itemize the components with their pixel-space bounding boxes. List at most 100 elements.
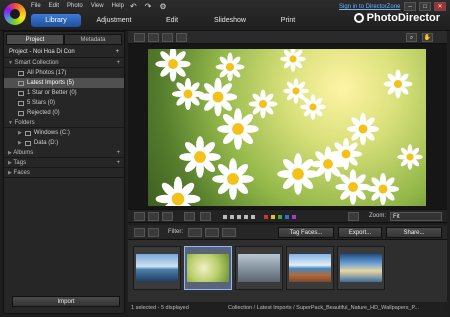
- smart-item-all-photos[interactable]: All Photos (17): [4, 68, 124, 78]
- menu-edit[interactable]: Edit: [49, 3, 59, 9]
- rating-dot[interactable]: [251, 215, 255, 219]
- chevron-right-icon: ▶: [8, 149, 12, 156]
- thumbnail-2[interactable]: [184, 246, 232, 290]
- view-grid-icon[interactable]: [162, 33, 173, 42]
- maximize-button[interactable]: □: [419, 2, 431, 11]
- chevron-down-icon: ▼: [8, 59, 13, 66]
- project-name: Project - Noi Hoa Di Con: [9, 49, 75, 55]
- menu-bar: File Edit Photo View Help: [31, 3, 124, 9]
- thumbnail-5[interactable]: [337, 246, 385, 290]
- minimize-button[interactable]: –: [404, 2, 416, 11]
- menu-view[interactable]: View: [91, 3, 104, 9]
- share-button[interactable]: Share...: [386, 227, 442, 238]
- section-folders[interactable]: ▼ Folders: [4, 118, 124, 128]
- item-label: Windows (C:): [33, 130, 70, 136]
- viewer-toolbar: ⌕ ✋: [128, 31, 447, 44]
- rotate-icon[interactable]: [200, 212, 211, 221]
- brand: PhotoDirector: [353, 12, 440, 24]
- quick-toolbar: ↶ ↷ ⚙: [130, 2, 167, 11]
- single-view-button[interactable]: [134, 212, 145, 221]
- undo-icon[interactable]: ↶: [130, 2, 137, 11]
- import-button[interactable]: Import: [12, 296, 120, 307]
- menu-file[interactable]: File: [31, 3, 41, 9]
- sign-in-link[interactable]: Sign in to DirectorZone: [339, 4, 400, 10]
- tab-adjustment[interactable]: Adjustment: [89, 14, 139, 27]
- tag-faces-button[interactable]: Tag Faces...: [278, 227, 334, 238]
- project-row[interactable]: Project - Noi Hoa Di Con +: [4, 47, 124, 58]
- view-single-icon[interactable]: [134, 33, 145, 42]
- tab-library[interactable]: Library: [31, 14, 81, 27]
- app-logo-icon: [4, 3, 26, 25]
- rating-dot[interactable]: [230, 215, 234, 219]
- search-icon[interactable]: ⌕: [406, 33, 417, 42]
- smart-item-rejected[interactable]: Rejected (0): [4, 108, 124, 118]
- menu-photo[interactable]: Photo: [67, 3, 83, 9]
- menu-help[interactable]: Help: [112, 3, 124, 9]
- module-tabs: Library Adjustment Edit Slideshow Print: [31, 14, 321, 27]
- tab-slideshow[interactable]: Slideshow: [205, 14, 255, 27]
- thumbnail-3[interactable]: [235, 246, 283, 290]
- section-tags[interactable]: ▶ Tags +: [4, 158, 124, 168]
- section-label: Faces: [13, 169, 30, 176]
- hand-tool-icon[interactable]: ✋: [422, 33, 433, 42]
- filter-color-dropdown[interactable]: [222, 228, 236, 237]
- color-label-red[interactable]: [264, 215, 268, 219]
- daisy-photo-image: [155, 49, 423, 206]
- export-button[interactable]: Export...: [338, 227, 382, 238]
- add-collection-icon[interactable]: +: [116, 60, 120, 66]
- tab-metadata[interactable]: Metadata: [64, 34, 122, 45]
- rating-dot[interactable]: [223, 215, 227, 219]
- star-icon: [18, 90, 24, 96]
- section-faces[interactable]: ▶ Faces: [4, 168, 124, 178]
- tab-edit[interactable]: Edit: [147, 14, 197, 27]
- rating-dot[interactable]: [237, 215, 241, 219]
- people-icon[interactable]: [184, 212, 195, 221]
- thumbnail-view-icon[interactable]: [148, 228, 159, 237]
- color-label-blue[interactable]: [285, 215, 289, 219]
- thumbnail-1[interactable]: [133, 246, 181, 290]
- filmstrip-view-button[interactable]: [148, 212, 159, 221]
- filter-rating-dropdown[interactable]: [188, 228, 202, 237]
- section-label: Smart Collection: [14, 59, 59, 66]
- color-label-yellow[interactable]: [271, 215, 275, 219]
- view-compare-icon[interactable]: [148, 33, 159, 42]
- smart-item-one-star[interactable]: 1 Star or Better (0): [4, 88, 124, 98]
- item-label: 1 Star or Better (0): [27, 90, 77, 96]
- settings-icon[interactable]: ⚙: [159, 2, 166, 11]
- thumbnail-image: [238, 254, 280, 282]
- section-label: Albums: [13, 149, 34, 156]
- status-bar: 1 selected - 5 displayed Collection / La…: [128, 302, 447, 314]
- drive-icon: [24, 140, 31, 146]
- main-photo[interactable]: [148, 49, 426, 206]
- close-button[interactable]: ✕: [434, 2, 446, 11]
- sort-icon[interactable]: [348, 212, 359, 221]
- zoom-select[interactable]: Fit: [390, 212, 442, 221]
- tab-project[interactable]: Project: [6, 34, 64, 45]
- selection-status: 1 selected - 5 displayed: [131, 305, 189, 311]
- window-controls: – □ ✕: [404, 2, 446, 11]
- color-label-green[interactable]: [278, 215, 282, 219]
- item-label: Latest Imports (5): [27, 80, 75, 86]
- thumbnail-4[interactable]: [286, 246, 334, 290]
- list-view-icon[interactable]: [134, 228, 145, 237]
- filter-flag-dropdown[interactable]: [205, 228, 219, 237]
- add-album-icon[interactable]: +: [116, 150, 120, 156]
- section-label: Tags: [13, 159, 27, 166]
- section-albums[interactable]: ▶ Albums +: [4, 148, 124, 158]
- folder-data[interactable]: ▶ Data (D:): [4, 138, 124, 148]
- rating-dot[interactable]: [244, 215, 248, 219]
- add-project-icon[interactable]: +: [115, 49, 119, 55]
- add-tag-icon[interactable]: +: [116, 160, 120, 166]
- tab-print[interactable]: Print: [263, 14, 313, 27]
- redo-icon[interactable]: ↷: [145, 2, 152, 11]
- smart-item-five-stars[interactable]: 5 Stars (0): [4, 98, 124, 108]
- grid-view-button[interactable]: [162, 212, 173, 221]
- section-smart-collection[interactable]: ▼ Smart Collection +: [4, 58, 124, 68]
- view-list-icon[interactable]: [176, 33, 187, 42]
- smart-item-latest-imports[interactable]: Latest Imports (5): [4, 78, 124, 88]
- folder-windows[interactable]: ▶ Windows (C:): [4, 128, 124, 138]
- color-label-purple[interactable]: [292, 215, 296, 219]
- zoom-label: Zoom:: [369, 213, 387, 219]
- section-label: Folders: [14, 119, 35, 126]
- title-bar: File Edit Photo View Help ↶ ↷ ⚙ Sign in …: [0, 0, 450, 31]
